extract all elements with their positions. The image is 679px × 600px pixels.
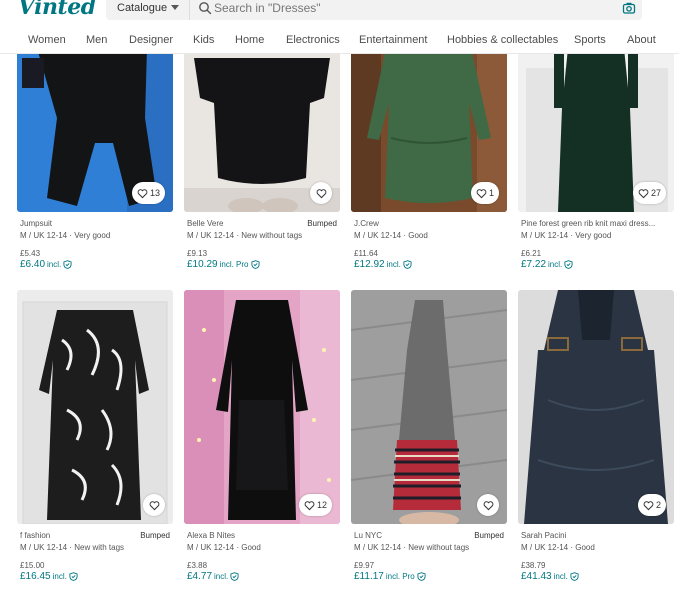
listing-photo[interactable]: 27 — [518, 48, 674, 212]
listing-details: M / UK 12-14 · Very good — [20, 231, 111, 240]
buyer-protection-shield-icon — [570, 572, 579, 581]
nav-item-designer[interactable]: Designer — [129, 34, 173, 46]
nav-item-entertainment[interactable]: Entertainment — [359, 34, 427, 46]
favourite-button[interactable]: 2 — [637, 494, 666, 516]
listing-brand: Belle Vere — [187, 219, 224, 228]
listing-meta: Jumpsuit M / UK 12-14 · Very good £5.43 … — [20, 219, 170, 270]
nav-item-home[interactable]: Home — [235, 34, 264, 46]
listing-brand: f fashion — [20, 531, 51, 540]
listing-meta: Sarah Pacini M / UK 12-14 · Good £38.79 … — [521, 531, 671, 582]
listing-meta: f fashion Bumped M / UK 12-14 · New with … — [20, 531, 170, 582]
favourite-button[interactable]: 12 — [298, 494, 332, 516]
listing-details: M / UK 12-14 · Good — [354, 231, 428, 240]
listing-price: £6.21 — [521, 249, 542, 258]
buyer-protection-shield-icon — [230, 572, 239, 581]
listing-photo[interactable] — [351, 290, 507, 524]
favourite-count: 2 — [655, 500, 661, 510]
buyer-protection-shield-icon — [63, 260, 72, 269]
nav-item-hobbies[interactable]: Hobbies & collectables — [447, 34, 558, 46]
favourite-count: 1 — [488, 188, 494, 198]
listing-incl-price[interactable]: £16.45 incl. — [20, 571, 170, 582]
nav-item-men[interactable]: Men — [86, 34, 107, 46]
listing-details: M / UK 12-14 · New without tags — [187, 231, 303, 240]
listing-details: M / UK 12-14 · Very good — [521, 231, 612, 240]
listing-photo[interactable]: 13 — [17, 48, 173, 212]
heart-icon — [149, 500, 159, 510]
bumped-badge: Bumped — [140, 531, 170, 540]
favourite-button[interactable]: 27 — [632, 182, 666, 204]
buyer-protection-shield-icon — [417, 572, 426, 581]
buyer-protection-shield-icon — [403, 260, 412, 269]
favourite-button[interactable] — [310, 182, 332, 204]
listing-incl-price[interactable]: £12.92 incl. — [354, 259, 504, 270]
listing-incl-price[interactable]: £7.22 incl. — [521, 259, 671, 270]
listing-incl-price[interactable]: £41.43 incl. — [521, 571, 671, 582]
buyer-protection-shield-icon — [564, 260, 573, 269]
listing-price: £3.88 — [187, 561, 208, 570]
heart-icon — [304, 500, 315, 510]
favourite-button[interactable] — [477, 494, 499, 516]
heart-icon — [483, 500, 493, 510]
listing-price: £11.64 — [354, 249, 378, 258]
favourite-count: 13 — [149, 188, 160, 198]
buyer-protection-shield-icon — [69, 572, 78, 581]
listing-meta: Lu NYC Bumped M / UK 12-14 · New without … — [354, 531, 504, 582]
listing-price: £38.79 — [521, 561, 546, 570]
listing-incl-price[interactable]: £4.77 incl. — [187, 571, 337, 582]
listing-meta: J.Crew M / UK 12-14 · Good £11.64 £12.92… — [354, 219, 504, 270]
favourite-button[interactable] — [143, 494, 165, 516]
listing-details: M / UK 12-14 · Good — [187, 543, 261, 552]
listing-photo[interactable] — [17, 290, 173, 524]
bumped-badge: Bumped — [307, 219, 337, 228]
favourite-count: 12 — [316, 500, 327, 510]
listing-brand: Sarah Pacini — [521, 531, 567, 540]
listing-photo[interactable] — [184, 48, 340, 212]
listing-incl-price[interactable]: £11.17 incl. Pro — [354, 571, 504, 582]
listing-incl-price[interactable]: £10.29 incl. Pro — [187, 259, 337, 270]
nav-item-kids[interactable]: Kids — [193, 34, 214, 46]
heart-icon — [137, 188, 148, 198]
nav-item-about[interactable]: About — [627, 34, 656, 46]
listing-brand: Pine forest green rib knit maxi dress... — [521, 219, 656, 228]
listing-price: £9.97 — [354, 561, 375, 570]
heart-icon — [638, 188, 649, 198]
listing-brand: Lu NYC — [354, 531, 383, 540]
listing-meta: Belle Vere Bumped M / UK 12-14 · New with… — [187, 219, 337, 270]
listing-brand: J.Crew — [354, 219, 379, 228]
listing-grid: 13 Jumpsuit M / UK 12-14 · Very good £5.… — [0, 0, 679, 600]
listing-photo[interactable]: 12 — [184, 290, 340, 524]
heart-icon — [643, 500, 654, 510]
nav-item-women[interactable]: Women — [28, 34, 66, 46]
listing-price: £9.13 — [187, 249, 208, 258]
listing-price: £5.43 — [20, 249, 41, 258]
buyer-protection-shield-icon — [250, 260, 260, 269]
listing-price: £15.00 — [20, 561, 45, 570]
listing-photo[interactable]: 2 — [518, 290, 674, 524]
listing-photo[interactable]: 1 — [351, 48, 507, 212]
bumped-badge: Bumped — [474, 531, 504, 540]
listing-meta: Alexa B Nites M / UK 12-14 · Good £3.88 … — [187, 531, 337, 582]
listing-details: M / UK 12-14 · Good — [521, 543, 595, 552]
nav-item-electronics[interactable]: Electronics — [286, 34, 340, 46]
listing-incl-price[interactable]: £6.40 incl. — [20, 259, 170, 270]
favourite-button[interactable]: 1 — [470, 182, 499, 204]
heart-icon — [316, 188, 326, 198]
favourite-button[interactable]: 13 — [131, 182, 165, 204]
listing-brand: Alexa B Nites — [187, 531, 236, 540]
favourite-count: 27 — [650, 188, 661, 198]
category-nav: Women Men Designer Kids Home Electronics… — [0, 28, 679, 54]
listing-brand: Jumpsuit — [20, 219, 53, 228]
listing-details: M / UK 12-14 · New without tags — [354, 543, 470, 552]
listing-details: M / UK 12-14 · New with tags — [20, 543, 125, 552]
listing-meta: Pine forest green rib knit maxi dress...… — [521, 219, 671, 270]
nav-item-sports[interactable]: Sports — [574, 34, 606, 46]
heart-icon — [476, 188, 487, 198]
